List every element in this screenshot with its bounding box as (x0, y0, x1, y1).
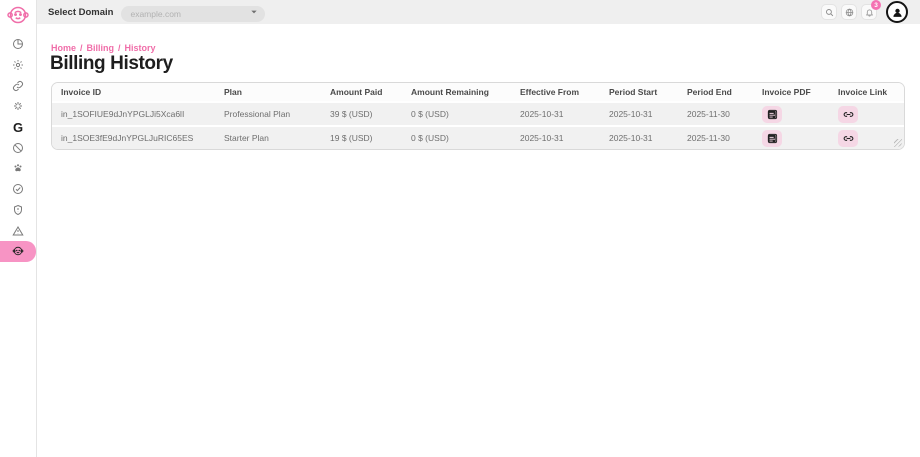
cell-amount-remaining: 0 $ (USD) (411, 109, 449, 119)
breadcrumb-history[interactable]: History (125, 43, 156, 53)
search-icon (825, 8, 833, 16)
sidebar-item-security[interactable] (0, 200, 36, 221)
col-amount-paid: Amount Paid (330, 87, 383, 97)
monkey-icon (12, 247, 24, 256)
domain-input[interactable] (121, 6, 266, 22)
table-row: in_1SOE3fE9dJnYPGLJuRIC65ES Starter Plan… (52, 125, 904, 149)
monkey-logo-icon (7, 6, 29, 24)
user-avatar[interactable] (886, 1, 908, 23)
google-icon: G (12, 119, 24, 135)
sidebar-item-billing-active[interactable] (0, 240, 36, 262)
link-icon (13, 80, 23, 91)
cell-effective-from: 2025-10-31 (520, 133, 564, 143)
breadcrumb-separator: / (118, 43, 121, 53)
warning-triangle-icon (12, 225, 24, 236)
billing-history-table: Invoice ID Plan Amount Paid Amount Remai… (51, 82, 905, 150)
cell-amount-remaining: 0 $ (USD) (411, 133, 449, 143)
notifications-button[interactable]: 3 (861, 0, 881, 20)
invoice-pdf-button[interactable] (762, 105, 782, 123)
sidebar-item-crawler[interactable] (0, 158, 36, 179)
gear-icon (13, 60, 23, 71)
breadcrumb-separator: / (80, 43, 83, 53)
shield-icon (14, 204, 22, 215)
globe-icon (845, 8, 853, 16)
pie-chart-icon (13, 39, 23, 50)
sidebar-item-blocklist[interactable] (0, 137, 36, 158)
invoice-link-button[interactable] (838, 129, 858, 147)
brand-logo[interactable] (0, 0, 36, 30)
search-button[interactable] (821, 4, 837, 20)
breadcrumb-billing[interactable]: Billing (87, 43, 115, 53)
pdf-file-icon (767, 133, 777, 143)
pdf-file-icon (767, 109, 777, 119)
block-icon (13, 142, 23, 153)
topbar-actions: 3 (821, 0, 920, 23)
invoice-pdf-button[interactable] (762, 129, 782, 147)
sidebar-item-integrations[interactable] (0, 75, 36, 96)
main-content: Home / Billing / History Billing History… (37, 24, 920, 457)
sidebar-item-google[interactable]: G (0, 117, 36, 138)
cell-period-end: 2025-11-30 (687, 133, 730, 143)
sidebar-item-settings[interactable] (0, 55, 36, 76)
topbar: Select Domain 3 (37, 0, 920, 24)
user-icon (892, 8, 902, 17)
app-root: G Select Domain example.com 3 Home / Bil… (0, 0, 920, 457)
invoice-link-icon (843, 135, 853, 141)
notification-badge: 3 (871, 0, 881, 10)
cell-effective-from: 2025-10-31 (520, 109, 564, 119)
cell-plan: Starter Plan (224, 133, 269, 143)
invoice-link-button[interactable] (838, 105, 858, 123)
breadcrumb-home[interactable]: Home (51, 43, 76, 53)
col-invoice-id: Invoice ID (61, 87, 102, 97)
globe-button[interactable] (841, 4, 857, 20)
page-title: Billing History (50, 53, 173, 74)
cell-invoice-id: in_1SOFIUE9dJnYPGLJi5Xca6lI (61, 109, 185, 119)
col-plan: Plan (224, 87, 242, 97)
col-period-end: Period End (687, 87, 732, 97)
cell-period-start: 2025-10-31 (609, 133, 653, 143)
cell-amount-paid: 39 $ (USD) (330, 109, 373, 119)
select-domain-label: Select Domain (48, 6, 114, 18)
table-header-row: Invoice ID Plan Amount Paid Amount Remai… (52, 83, 904, 101)
sidebar-item-alerts[interactable] (0, 220, 36, 241)
cell-plan: Professional Plan (224, 109, 291, 119)
sidebar-item-verified[interactable] (0, 179, 36, 200)
sidebar-item-analytics[interactable] (0, 34, 36, 55)
sidebar: G (0, 0, 37, 457)
col-effective-from: Effective From (520, 87, 580, 97)
breadcrumb: Home / Billing / History (51, 43, 156, 53)
sidebar-item-magic[interactable] (0, 96, 36, 117)
chevron-down-icon[interactable] (250, 8, 258, 16)
invoice-link-icon (843, 111, 853, 117)
sidebar-items: G (0, 30, 36, 262)
domain-selector[interactable] (121, 4, 266, 22)
col-amount-remaining: Amount Remaining (411, 87, 489, 97)
cell-period-start: 2025-10-31 (609, 109, 653, 119)
cell-amount-paid: 19 $ (USD) (330, 133, 373, 143)
col-invoice-link: Invoice Link (838, 87, 888, 97)
verified-icon (13, 184, 23, 195)
table-row: in_1SOFIUE9dJnYPGLJi5Xca6lI Professional… (52, 101, 904, 125)
col-invoice-pdf: Invoice PDF (762, 87, 811, 97)
cell-period-end: 2025-11-30 (687, 109, 730, 119)
col-period-start: Period Start (609, 87, 658, 97)
paw-icon (14, 164, 22, 172)
table-body: in_1SOFIUE9dJnYPGLJi5Xca6lI Professional… (52, 101, 904, 149)
cell-invoice-id: in_1SOE3fE9dJnYPGLJuRIC65ES (61, 133, 194, 143)
sparkle-icon (14, 102, 22, 111)
